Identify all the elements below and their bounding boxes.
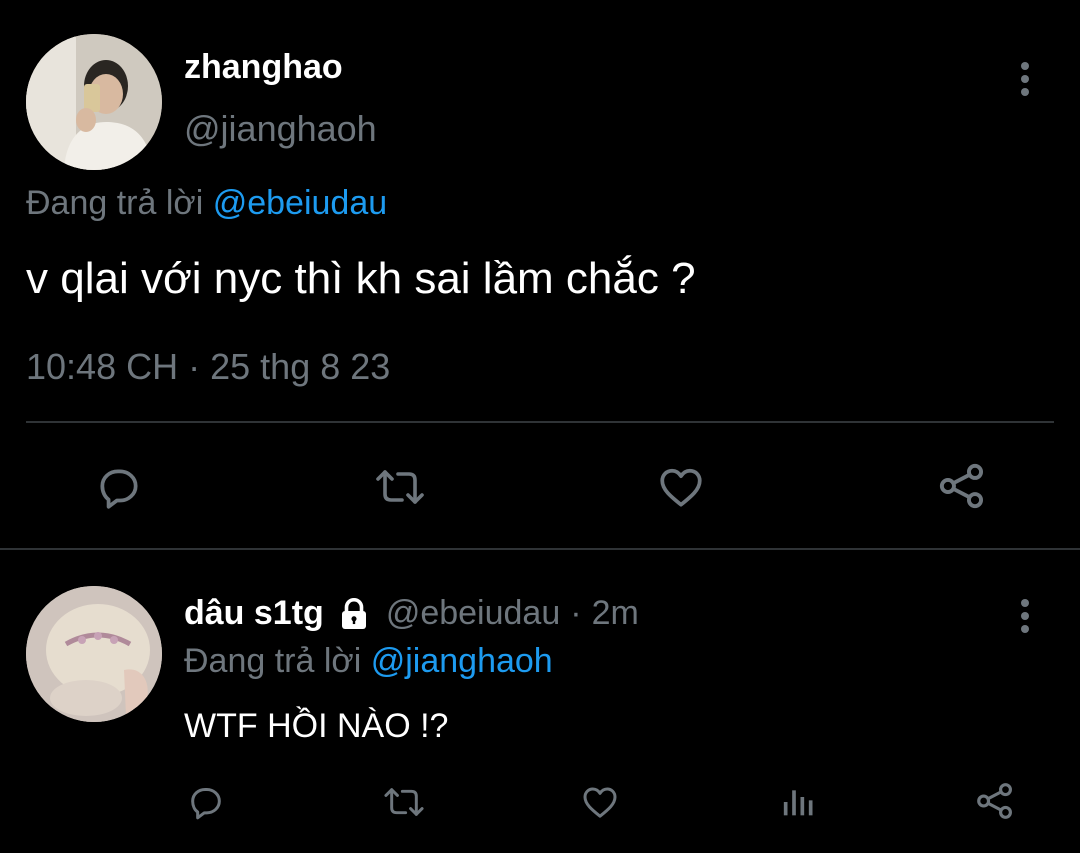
- retweet-icon[interactable]: [381, 782, 427, 822]
- tweet-text: WTF HỒI NÀO !?: [184, 707, 449, 745]
- share-icon[interactable]: [936, 460, 988, 512]
- reply-icon[interactable]: [186, 782, 226, 822]
- replying-prefix: Đang trả lời: [184, 642, 362, 680]
- avatar-photo: [26, 586, 162, 722]
- tweet-date: 25 thg 8 23: [210, 346, 391, 387]
- divider: [26, 421, 1054, 423]
- avatar[interactable]: [26, 586, 162, 722]
- display-name[interactable]: zhanghao: [184, 48, 343, 87]
- separator-dot: ·: [188, 346, 201, 387]
- retweet-icon[interactable]: [372, 462, 428, 512]
- more-options-icon[interactable]: [1017, 599, 1033, 638]
- display-name[interactable]: dâu s1tg: [184, 594, 324, 633]
- more-options-icon[interactable]: [1017, 62, 1033, 101]
- handle[interactable]: @jianghaoh: [184, 108, 377, 150]
- handle[interactable]: @ebeiudau: [386, 594, 560, 633]
- like-icon[interactable]: [580, 782, 620, 822]
- lock-icon: [336, 596, 372, 632]
- avatar-photo: [26, 34, 162, 170]
- tweet-timestamp[interactable]: 10:48 CH · 25 thg 8 23: [26, 346, 390, 388]
- like-icon[interactable]: [656, 462, 706, 512]
- replying-to-handle-link[interactable]: @ebeiudau: [213, 184, 387, 222]
- avatar[interactable]: [26, 34, 162, 170]
- share-icon[interactable]: [974, 780, 1016, 822]
- tweet-text: v qlai với nyc thì kh sai lầm chắc ?: [26, 254, 696, 303]
- tweet-age: 2m: [591, 594, 639, 632]
- reply-header: dâu s1tg @ebeiudau · 2m: [184, 594, 639, 633]
- replying-to: Đang trả lời @ebeiudau: [26, 184, 387, 223]
- analytics-icon[interactable]: [778, 782, 818, 822]
- replying-prefix: Đang trả lời: [26, 184, 204, 222]
- tweet-separator: [0, 548, 1080, 550]
- tweet-time: 10:48 CH: [26, 346, 179, 387]
- replying-to: Đang trả lời @jianghaoh: [184, 642, 553, 681]
- separator-dot: ·: [570, 594, 582, 632]
- replying-to-handle-link[interactable]: @jianghaoh: [371, 642, 553, 680]
- reply-icon[interactable]: [94, 462, 144, 512]
